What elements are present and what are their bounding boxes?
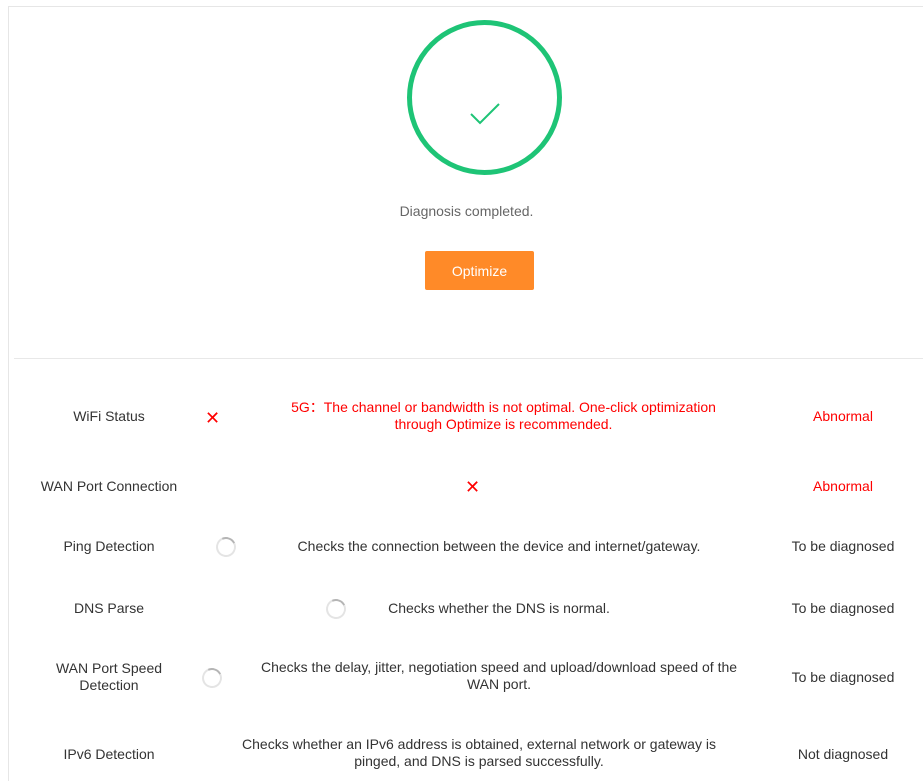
diag-row-wan-port-speed: WAN Port Speed Detection Checks the dela… [9, 658, 923, 696]
error-x-icon: ✕ [205, 408, 221, 428]
item-name: IPv6 Detection [63, 746, 155, 762]
item-description: Checks the delay, jitter, negotiation sp… [260, 659, 738, 692]
item-name: WiFi Status [73, 408, 145, 424]
diag-row-ipv6-detection: IPv6 Detection Checks whether an IPv6 ad… [9, 735, 923, 773]
diagnosis-status-text: Diagnosis completed. [399, 203, 534, 219]
diag-row-wifi-status: WiFi Status ✕ 5G：The channel or bandwidt… [9, 397, 923, 437]
item-result: To be diagnosed [791, 538, 895, 554]
item-description: Checks whether the DNS is normal. [388, 600, 610, 616]
item-name: WAN Port Connection [40, 478, 178, 494]
loading-spinner-icon [323, 596, 349, 622]
loading-spinner-icon [213, 534, 239, 560]
diag-row-dns-parse: DNS Parse Checks whether the DNS is norm… [9, 596, 923, 623]
item-name: DNS Parse [73, 600, 145, 616]
item-result: Not diagnosed [797, 746, 889, 762]
diagnosis-panel: Diagnosis completed. Optimize WiFi Statu… [8, 6, 923, 781]
item-name: Ping Detection [63, 538, 155, 554]
divider [14, 358, 923, 359]
status-circle [407, 20, 562, 175]
item-name: WAN Port Speed Detection [55, 660, 163, 693]
item-result: Abnormal [813, 478, 873, 494]
item-description: Checks the connection between the device… [297, 538, 701, 554]
item-result: To be diagnosed [791, 600, 895, 616]
checkmark-icon [470, 103, 500, 125]
item-result: Abnormal [813, 408, 873, 424]
diag-row-ping-detection: Ping Detection Checks the connection bet… [9, 534, 923, 561]
optimize-button[interactable]: Optimize [425, 251, 534, 290]
item-description: Checks whether an IPv6 address is obtain… [242, 736, 716, 769]
item-description: 5G：The channel or bandwidth is not optim… [291, 399, 716, 432]
item-result: To be diagnosed [791, 669, 895, 685]
error-x-icon: ✕ [465, 477, 481, 497]
diag-row-wan-port-connection: WAN Port Connection ✕ Abnormal [9, 475, 923, 501]
loading-spinner-icon [199, 665, 225, 691]
